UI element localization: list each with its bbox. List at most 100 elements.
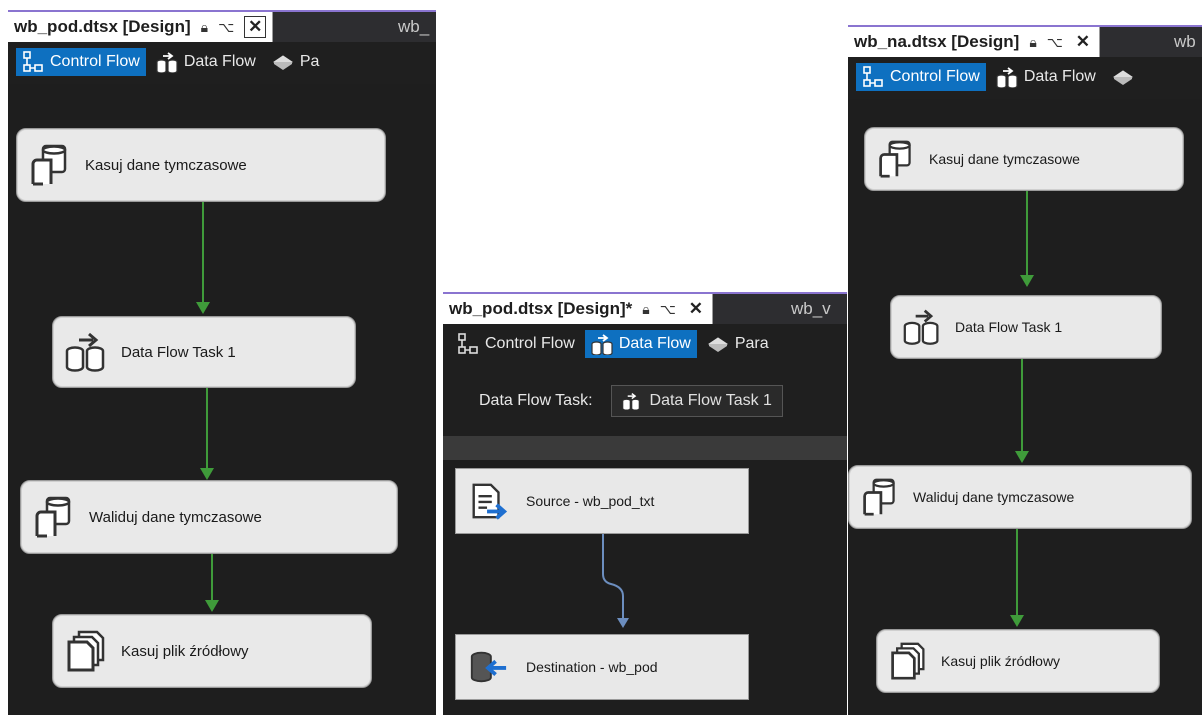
- pin-icon[interactable]: ⌥: [218, 19, 234, 36]
- control-flow-icon: [457, 333, 479, 355]
- data-flow-icon: [156, 51, 178, 73]
- task-data-flow-task-1[interactable]: Data Flow Task 1: [890, 295, 1162, 359]
- pin-icon[interactable]: ⌥: [1047, 34, 1063, 51]
- lock-icon: 🔒︎: [200, 18, 209, 35]
- task-waliduj-dane-tymczasowe[interactable]: Waliduj dane tymczasowe: [848, 465, 1192, 529]
- document-tab-bar: wb_pod.dtsx [Design] 🔒︎ ⌥ ✕ wb_: [8, 10, 436, 43]
- file-system-task-icon: [65, 630, 107, 672]
- tab-data-flow[interactable]: Data Flow: [584, 330, 697, 358]
- designer-toolbar: Control Flow Data Flow Para: [443, 324, 847, 364]
- task-kasuj-plik-zrodlowy[interactable]: Kasuj plik źródłowy: [52, 614, 372, 688]
- tab-control-flow[interactable]: Control Flow: [16, 48, 146, 76]
- precedence-arrowhead: [205, 600, 219, 612]
- designer-toolbar: Control Flow Data Flow Pa: [8, 42, 436, 82]
- task-label: Kasuj dane tymczasowe: [85, 156, 247, 174]
- precedence-constraint[interactable]: [1016, 529, 1018, 615]
- close-icon[interactable]: ✕: [1073, 32, 1093, 52]
- task-label: Data Flow Task 1: [121, 343, 236, 361]
- task-label: Data Flow Task 1: [955, 319, 1063, 335]
- tab-control-flow[interactable]: Control Flow: [856, 63, 986, 91]
- left-designer-panel: wb_pod.dtsx [Design] 🔒︎ ⌥ ✕ wb_ Control …: [8, 10, 436, 715]
- precedence-constraint[interactable]: [202, 202, 204, 302]
- data-flow-icon: [622, 392, 640, 410]
- data-flow-task-icon: [903, 308, 941, 346]
- task-kasuj-plik-zrodlowy[interactable]: Kasuj plik źródłowy: [876, 629, 1160, 693]
- middle-designer-panel: wb_pod.dtsx [Design]* 🔒︎ ⌥ ✕ wb_v Contro…: [443, 292, 847, 715]
- tab-control-flow[interactable]: Control Flow: [451, 330, 581, 358]
- data-flow-task-select[interactable]: Data Flow Task 1: [610, 385, 783, 417]
- component-destination-wb-pod[interactable]: Destination - wb_pod: [455, 634, 749, 700]
- component-label: Source - wb_pod_txt: [526, 493, 655, 509]
- right-designer-panel: wb_na.dtsx [Design] 🔒︎ ⌥ ✕ wb Control Fl…: [848, 25, 1202, 715]
- precedence-constraint[interactable]: [1021, 359, 1023, 451]
- precedence-constraint[interactable]: [206, 388, 208, 468]
- lock-icon: 🔒︎: [1029, 33, 1037, 50]
- parameters-icon: [1112, 66, 1134, 88]
- data-flow-task-value: Data Flow Task 1: [649, 392, 772, 409]
- tab-title: wb_pod.dtsx [Design]: [14, 17, 191, 36]
- data-flow-icon: [996, 66, 1018, 88]
- task-label: Waliduj dane tymczasowe: [913, 489, 1075, 505]
- tab-next[interactable]: wb: [1166, 27, 1196, 57]
- data-flow-label: Data Flow: [618, 335, 691, 352]
- task-data-flow-task-1[interactable]: Data Flow Task 1: [52, 316, 356, 388]
- data-path[interactable]: [593, 532, 633, 632]
- data-flow-icon: [591, 333, 613, 355]
- sql-task-icon: [29, 144, 71, 186]
- canvas-separator: [443, 436, 847, 460]
- file-system-task-icon: [889, 642, 927, 680]
- tab-parameters[interactable]: Pa: [266, 48, 326, 76]
- flat-file-source-icon: [468, 481, 508, 521]
- tab-wb-pod-design-modified[interactable]: wb_pod.dtsx [Design]* 🔒︎ ⌥ ✕: [443, 294, 713, 324]
- tab-title: wb_na.dtsx [Design]: [854, 32, 1020, 51]
- data-flow-label: Data Flow: [183, 53, 256, 70]
- ole-db-destination-icon: [468, 647, 508, 687]
- document-tab-bar: wb_na.dtsx [Design] 🔒︎ ⌥ ✕ wb: [848, 25, 1202, 58]
- control-flow-icon: [862, 66, 884, 88]
- tab-data-flow[interactable]: Data Flow: [990, 63, 1102, 91]
- tab-data-flow[interactable]: Data Flow: [150, 48, 262, 76]
- data-flow-task-label: Data Flow Task:: [479, 392, 593, 409]
- task-label: Kasuj dane tymczasowe: [929, 151, 1080, 167]
- task-kasuj-dane-tymczasowe[interactable]: Kasuj dane tymczasowe: [16, 128, 386, 202]
- precedence-constraint[interactable]: [211, 554, 213, 600]
- precedence-arrowhead: [196, 302, 210, 314]
- task-kasuj-dane-tymczasowe[interactable]: Kasuj dane tymczasowe: [864, 127, 1184, 191]
- lock-icon: 🔒︎: [642, 300, 650, 317]
- precedence-arrowhead: [1020, 275, 1034, 287]
- task-waliduj-dane-tymczasowe[interactable]: Waliduj dane tymczasowe: [20, 480, 398, 554]
- parameters-label: Para: [734, 335, 769, 352]
- task-label: Kasuj plik źródłowy: [941, 653, 1061, 669]
- document-tab-bar: wb_pod.dtsx [Design]* 🔒︎ ⌥ ✕ wb_v: [443, 292, 847, 325]
- data-flow-task-icon: [65, 331, 107, 373]
- precedence-arrowhead: [200, 468, 214, 480]
- data-flow-canvas[interactable]: Source - wb_pod_txt Destination - wb_pod: [443, 460, 847, 715]
- data-flow-task-row: Data Flow Task: Data Flow Task 1: [443, 366, 847, 436]
- sql-task-icon: [861, 478, 899, 516]
- tab-parameters[interactable]: Para: [701, 330, 775, 358]
- control-flow-icon: [22, 51, 44, 73]
- component-label: Destination - wb_pod: [526, 659, 658, 675]
- parameters-icon: [707, 333, 729, 355]
- component-source-wb-pod-txt[interactable]: Source - wb_pod_txt: [455, 468, 749, 534]
- precedence-arrowhead: [1015, 451, 1029, 463]
- control-flow-canvas[interactable]: Kasuj dane tymczasowe Data Flow Task 1 W…: [848, 99, 1202, 715]
- tab-next[interactable]: wb_v: [783, 294, 831, 324]
- control-flow-label: Control Flow: [485, 335, 575, 352]
- task-label: Kasuj plik źródłowy: [121, 642, 249, 660]
- close-icon[interactable]: ✕: [244, 16, 267, 38]
- control-flow-label: Control Flow: [890, 68, 980, 85]
- tab-wb-pod-design[interactable]: wb_pod.dtsx [Design] 🔒︎ ⌥ ✕: [8, 12, 274, 42]
- precedence-constraint[interactable]: [1026, 191, 1028, 275]
- task-label: Waliduj dane tymczasowe: [89, 508, 262, 526]
- precedence-arrowhead: [1010, 615, 1024, 627]
- parameters-label: Pa: [299, 53, 320, 70]
- close-icon[interactable]: ✕: [686, 299, 706, 319]
- tab-wb-na-design[interactable]: wb_na.dtsx [Design] 🔒︎ ⌥ ✕: [848, 27, 1100, 57]
- tab-parameters[interactable]: [1106, 63, 1146, 91]
- tab-next[interactable]: wb_: [390, 12, 429, 42]
- control-flow-canvas[interactable]: Kasuj dane tymczasowe Data Flow Task 1 W…: [8, 84, 436, 715]
- sql-task-icon: [33, 496, 75, 538]
- designer-toolbar: Control Flow Data Flow: [848, 57, 1202, 97]
- pin-icon[interactable]: ⌥: [660, 301, 676, 318]
